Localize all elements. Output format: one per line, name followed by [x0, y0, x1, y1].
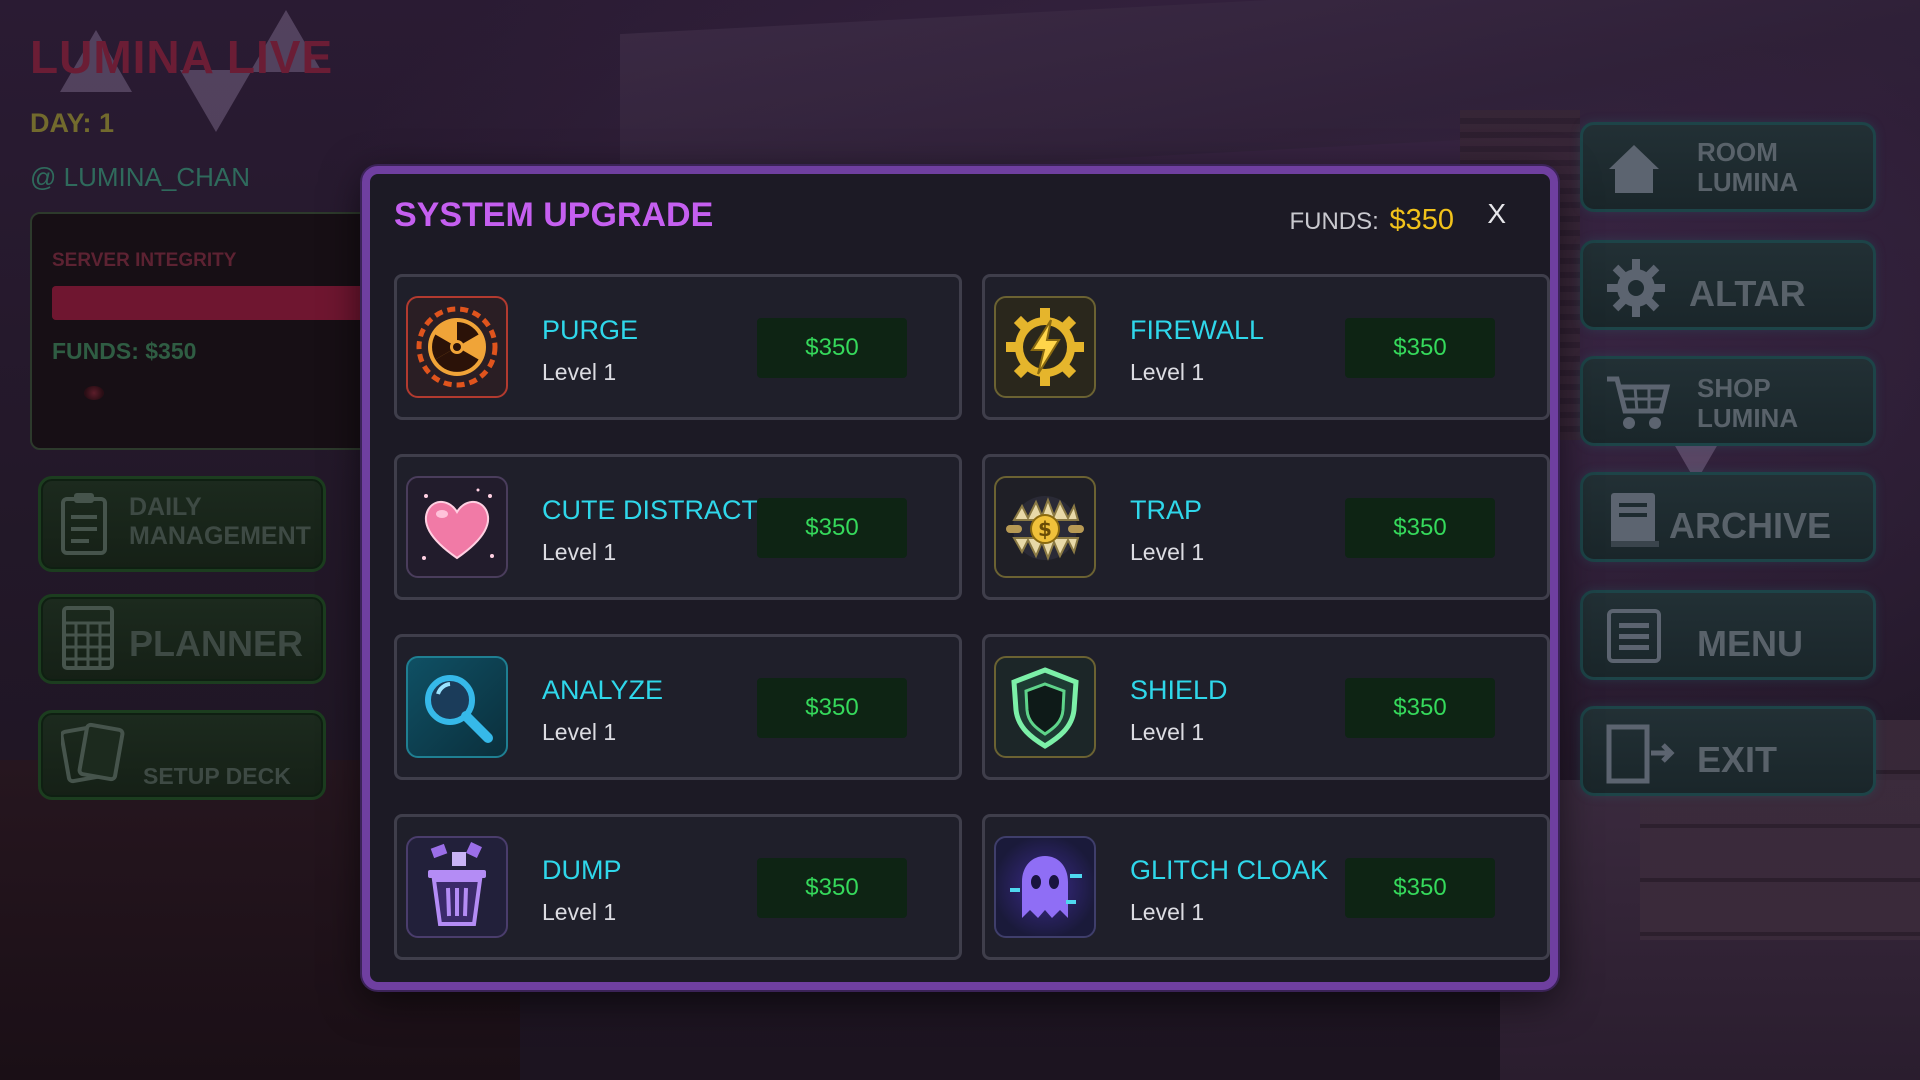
magnifier-icon: [406, 656, 508, 758]
menu-button[interactable]: MENU: [1580, 590, 1876, 680]
upgrade-card-trap[interactable]: $ TRAP Level 1 $350: [982, 454, 1550, 600]
calendar-icon: [62, 606, 114, 670]
upgrade-card-cute-distract[interactable]: CUTE DISTRACT Level 1 $350: [394, 454, 962, 600]
buy-button[interactable]: $350: [757, 858, 907, 918]
daily-management-line1: DAILY: [129, 493, 202, 521]
upgrade-card-analyze[interactable]: ANALYZE Level 1 $350: [394, 634, 962, 780]
ghost-icon: [994, 836, 1096, 938]
upgrade-name: SHIELD: [1130, 675, 1228, 705]
cart-icon: [1607, 376, 1671, 429]
shop-lumina-line2: LUMINA: [1697, 403, 1799, 433]
cards-icon: [61, 722, 125, 784]
altar-button[interactable]: ALTAR: [1580, 240, 1876, 330]
room-lumina-line1: ROOM: [1697, 137, 1778, 167]
upgrade-level: Level 1: [542, 719, 617, 745]
daily-management-line2: MANAGEMENT: [129, 522, 311, 550]
modal-funds-label: FUNDS:: [1289, 208, 1379, 235]
buy-button[interactable]: $350: [1345, 498, 1495, 558]
upgrade-name: PURGE: [542, 315, 639, 345]
eye-icon: [84, 386, 104, 400]
buy-button[interactable]: $350: [1345, 318, 1495, 378]
server-integrity-label: SERVER INTEGRITY: [52, 250, 237, 271]
shield-icon: [994, 656, 1096, 758]
exit-door-icon: [1606, 724, 1675, 784]
shop-lumina-button[interactable]: SHOP LUMINA: [1580, 356, 1876, 446]
upgrade-name: TRAP: [1130, 495, 1203, 525]
exit-button[interactable]: EXIT: [1580, 706, 1876, 796]
planner-label: PLANNER: [129, 623, 304, 664]
room-lumina-line2: LUMINA: [1697, 167, 1799, 197]
upgrade-level: Level 1: [1130, 719, 1205, 745]
upgrade-name: CUTE DISTRACT: [542, 495, 758, 525]
archive-button[interactable]: ARCHIVE: [1580, 472, 1876, 562]
book-icon: [1611, 493, 1659, 547]
upgrade-level: Level 1: [1130, 899, 1205, 925]
altar-label: ALTAR: [1689, 273, 1806, 314]
upgrade-name: FIREWALL: [1130, 315, 1265, 345]
archive-label: ARCHIVE: [1669, 505, 1832, 546]
close-button[interactable]: X: [1487, 198, 1506, 230]
daily-management-label: DAILY MANAGEMENT: [129, 493, 311, 551]
planner-button[interactable]: PLANNER: [38, 594, 326, 684]
shop-lumina-label: SHOP LUMINA: [1697, 373, 1798, 433]
upgrade-level: Level 1: [542, 899, 617, 925]
room-lumina-label: ROOM LUMINA: [1697, 137, 1798, 197]
buy-button[interactable]: $350: [1345, 858, 1495, 918]
modal-funds: FUNDS: $350: [1289, 204, 1454, 237]
upgrade-card-dump[interactable]: DUMP Level 1 $350: [394, 814, 962, 960]
setup-deck-label: SETUP DECK: [143, 763, 291, 789]
day-counter: DAY: 1: [30, 108, 115, 138]
upgrade-level: Level 1: [1130, 539, 1205, 565]
list-icon: [1607, 609, 1661, 663]
game-title: LUMINA LIVE: [30, 31, 334, 83]
upgrade-level: Level 1: [542, 359, 617, 385]
system-upgrade-modal: SYSTEM UPGRADE FUNDS: $350 X PURGE Level…: [362, 166, 1558, 990]
buy-button[interactable]: $350: [1345, 678, 1495, 738]
setup-deck-button[interactable]: SETUP DECK: [38, 710, 326, 800]
shop-lumina-line1: SHOP: [1697, 373, 1771, 403]
exit-label: EXIT: [1697, 739, 1778, 780]
radiation-icon: [406, 296, 508, 398]
modal-funds-value: $350: [1389, 204, 1454, 236]
trash-icon: [406, 836, 508, 938]
upgrade-level: Level 1: [1130, 359, 1205, 385]
upgrade-name: ANALYZE: [542, 675, 664, 705]
buy-button[interactable]: $350: [757, 678, 907, 738]
menu-label: MENU: [1697, 623, 1803, 664]
server-integrity-panel: SERVER INTEGRITY FUNDS: $350: [30, 212, 394, 450]
upgrade-card-glitch-cloak[interactable]: GLITCH CLOAK Level 1 $350: [982, 814, 1550, 960]
buy-button[interactable]: $350: [757, 498, 907, 558]
lightning-gear-icon: [994, 296, 1096, 398]
upgrade-card-firewall[interactable]: FIREWALL Level 1 $350: [982, 274, 1550, 420]
user-handle: @ LUMINA_CHAN: [30, 162, 250, 192]
hud-funds: FUNDS: $350: [52, 338, 197, 364]
upgrade-card-purge[interactable]: PURGE Level 1 $350: [394, 274, 962, 420]
server-integrity-bar: [52, 286, 392, 320]
gear-icon: [1607, 259, 1665, 317]
daily-management-button[interactable]: DAILY MANAGEMENT: [38, 476, 326, 572]
upgrade-level: Level 1: [542, 539, 617, 565]
room-lumina-button[interactable]: ROOM LUMINA: [1580, 122, 1876, 212]
bear-trap-coin-icon: $: [994, 476, 1096, 578]
house-icon: [1609, 145, 1659, 193]
upgrade-name: GLITCH CLOAK: [1130, 855, 1329, 885]
svg-text:$: $: [1038, 517, 1052, 541]
modal-title: SYSTEM UPGRADE: [394, 196, 714, 234]
upgrade-card-shield[interactable]: SHIELD Level 1 $350: [982, 634, 1550, 780]
upgrade-name: DUMP: [542, 855, 622, 885]
heart-icon: [406, 476, 508, 578]
buy-button[interactable]: $350: [757, 318, 907, 378]
clipboard-icon: [61, 493, 107, 555]
server-integrity-fill: [52, 286, 392, 320]
